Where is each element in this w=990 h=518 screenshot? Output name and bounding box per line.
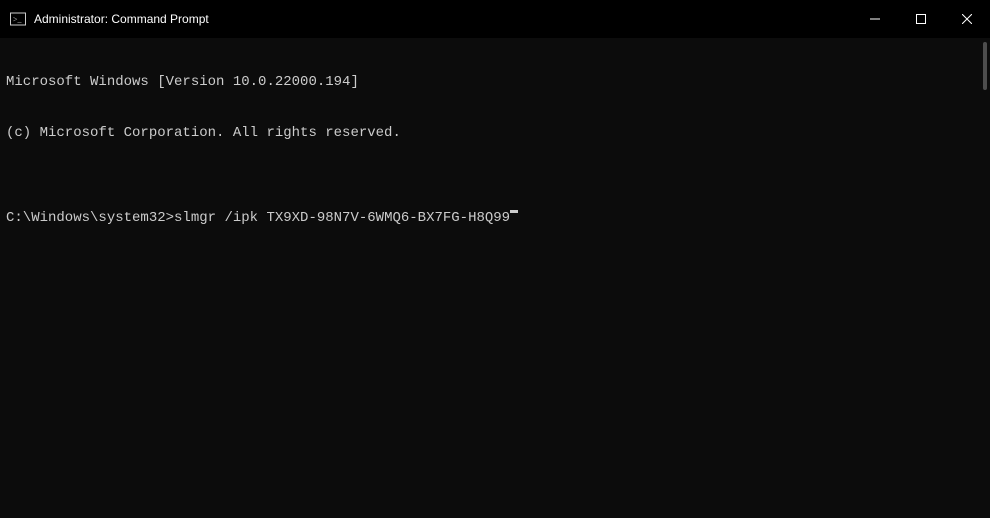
terminal-output-line: Microsoft Windows [Version 10.0.22000.19… — [6, 74, 984, 91]
close-icon — [962, 14, 972, 24]
window-title: Administrator: Command Prompt — [34, 12, 209, 26]
scrollbar-thumb[interactable] — [983, 42, 987, 90]
close-button[interactable] — [944, 0, 990, 38]
maximize-icon — [916, 14, 926, 24]
titlebar[interactable]: >_ Administrator: Command Prompt — [0, 0, 990, 38]
command-prompt-icon: >_ — [10, 11, 26, 27]
window-controls — [852, 0, 990, 38]
command-prompt-window: >_ Administrator: Command Prompt — [0, 0, 990, 518]
minimize-icon — [870, 14, 880, 24]
text-cursor — [510, 210, 518, 213]
terminal-output-line: (c) Microsoft Corporation. All rights re… — [6, 125, 984, 142]
maximize-button[interactable] — [898, 0, 944, 38]
svg-text:>_: >_ — [13, 15, 23, 24]
minimize-button[interactable] — [852, 0, 898, 38]
terminal-command: slmgr /ipk TX9XD-98N7V-6WMQ6-BX7FG-H8Q99 — [174, 210, 510, 227]
terminal-prompt: C:\Windows\system32> — [6, 210, 174, 227]
terminal-area[interactable]: Microsoft Windows [Version 10.0.22000.19… — [0, 38, 990, 518]
terminal-prompt-line: C:\Windows\system32>slmgr /ipk TX9XD-98N… — [6, 210, 984, 227]
